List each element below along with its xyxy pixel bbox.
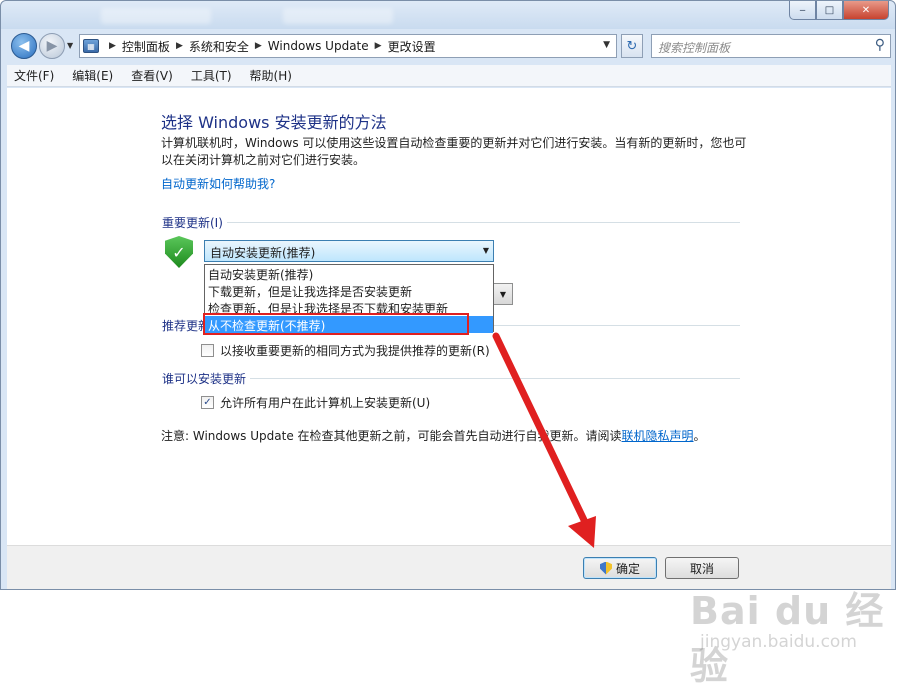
baidu-watermark: Bai du 经验 jingyan.baidu.com [690, 580, 890, 688]
watermark-url: jingyan.baidu.com [700, 632, 857, 652]
annotation-arrow [492, 332, 596, 548]
annotation-arrow-shaft [492, 332, 588, 524]
